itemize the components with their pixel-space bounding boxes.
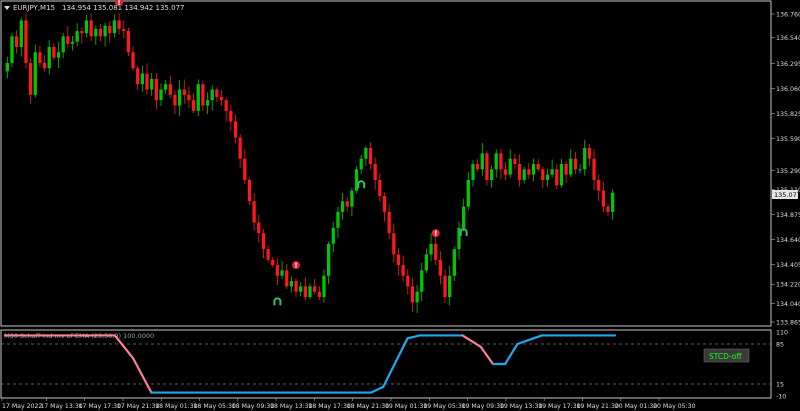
time-tick-label: 18 May 09:30 [232, 403, 274, 410]
time-tick-label: 19 May 13:30 [500, 403, 542, 410]
stcd-badge-label: STCD-off [709, 352, 742, 361]
time-axis: 17 May 202217 May 13:3017 May 17:3017 Ma… [1, 398, 696, 410]
time-tick-label: 18 May 21:30 [347, 403, 389, 410]
sell-signal-icon [431, 229, 440, 238]
time-tick-label: 20 May 01:30 [615, 403, 657, 410]
stcd-badge[interactable]: STCD-off [703, 348, 750, 363]
header: EURJPY,M15 134.954 135.081 134.942 135.0… [4, 4, 184, 12]
time-tick-label: 19 May 17:30 [538, 403, 580, 410]
candle [247, 177, 252, 205]
sell-signal-icon [292, 261, 301, 270]
time-tick-label: 19 May 09:30 [462, 403, 504, 410]
price-axis: 136.760 136.540 136.295 136.060 135.825 135.5… [771, 12, 800, 327]
time-tick-label: 19 May 05:30 [423, 403, 465, 410]
current-price-marker: 135.077 [772, 190, 800, 199]
price-tick-label: 134.040 [776, 301, 800, 308]
price-tick-label: 134.220 [776, 282, 800, 289]
time-tick-label: 19 May 21:30 [577, 403, 619, 410]
time-tick-label: 17 May 21:30 [117, 403, 159, 410]
price-panel[interactable] [0, 0, 772, 327]
time-tick-label: 17 May 13:30 [40, 403, 82, 410]
ohlc-label: 134.954 135.081 134.942 135.077 [62, 4, 184, 12]
candle [24, 13, 28, 69]
price-tick-label: 136.540 [776, 35, 800, 42]
price-tick-label: 135.590 [776, 136, 800, 143]
time-tick-label: 17 May 17:30 [79, 403, 121, 410]
time-tick-label: 18 May 13:30 [270, 403, 312, 410]
price-tick-label: 133.865 [776, 320, 800, 327]
price-tick-label: 136.295 [776, 61, 800, 68]
indicator-tick-label: 15 [776, 382, 784, 389]
symbol-label: EURJPY,M15 [13, 4, 55, 12]
price-tick-label: 136.060 [776, 86, 800, 93]
candle [196, 79, 200, 116]
price-tick-label: 136.760 [776, 12, 800, 19]
price-tick-label: 134.405 [776, 262, 800, 269]
time-tick-label: 19 May 01:30 [385, 403, 427, 410]
time-tick-label: 18 May 01:30 [155, 403, 197, 410]
price-tick-label: 135.825 [776, 111, 800, 118]
candle [126, 27, 131, 57]
time-tick-label: 20 May 05:30 [653, 403, 695, 410]
price-tick-label: 134.640 [776, 237, 800, 244]
indicator-tick-label: 110 [776, 330, 788, 337]
indicator-panel[interactable] [0, 329, 772, 399]
chart-window[interactable]: EURJPY,M15 134.954 135.081 134.942 135.0… [0, 0, 800, 411]
current-price-label: 135.077 [774, 191, 800, 199]
price-tick-label: 135.290 [776, 168, 800, 175]
candle [10, 33, 14, 68]
time-tick-label: 18 May 17:30 [308, 403, 350, 410]
candle [33, 44, 37, 98]
price-tick-label: 134.875 [776, 212, 800, 219]
indicator-tick-label: -10 [776, 394, 786, 401]
time-tick-label: 18 May 05:30 [194, 403, 236, 410]
time-tick-label: 17 May 2022 [2, 403, 42, 410]
indicator-axis: 110 85 15 -10 [776, 330, 788, 401]
candle [354, 166, 359, 194]
indicator-tick-label: 85 [776, 342, 784, 349]
